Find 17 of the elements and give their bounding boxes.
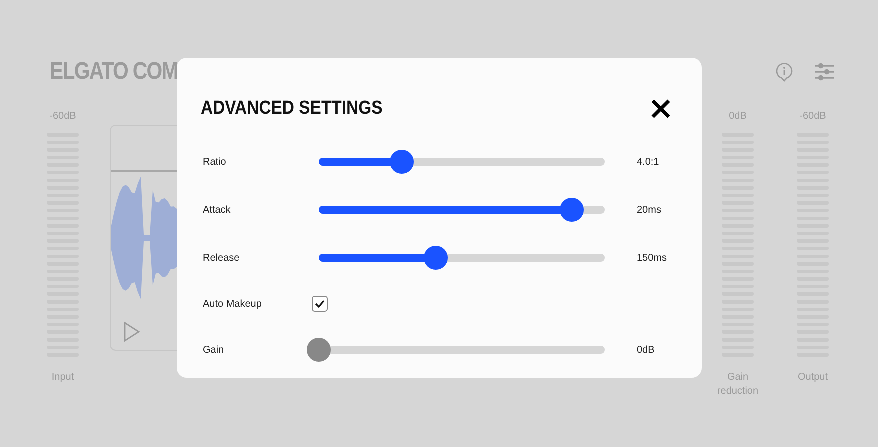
- setting-label: Release: [203, 252, 241, 264]
- setting-label: Auto Makeup: [203, 298, 263, 310]
- meter-scale-label: -60dB: [800, 110, 826, 124]
- meter-label: Output: [798, 371, 828, 385]
- setting-value: 0dB: [637, 344, 656, 356]
- app-title: ELGATO COM: [50, 58, 178, 86]
- meter-label: Gain reduction: [716, 371, 760, 399]
- setting-value: 150ms: [637, 252, 668, 264]
- meter-label: Input: [52, 371, 74, 385]
- setting-label: Ratio: [203, 156, 228, 168]
- setting-label: Gain: [203, 344, 226, 356]
- dialog-title: ADVANCED SETTINGS: [201, 98, 383, 120]
- setting-value: 4.0:1: [637, 156, 660, 168]
- meter-scale-label: -60dB: [50, 110, 76, 124]
- setting-label: Attack: [203, 204, 232, 216]
- meter-scale-label: 0dB: [729, 110, 747, 124]
- setting-value: 20ms: [637, 204, 662, 216]
